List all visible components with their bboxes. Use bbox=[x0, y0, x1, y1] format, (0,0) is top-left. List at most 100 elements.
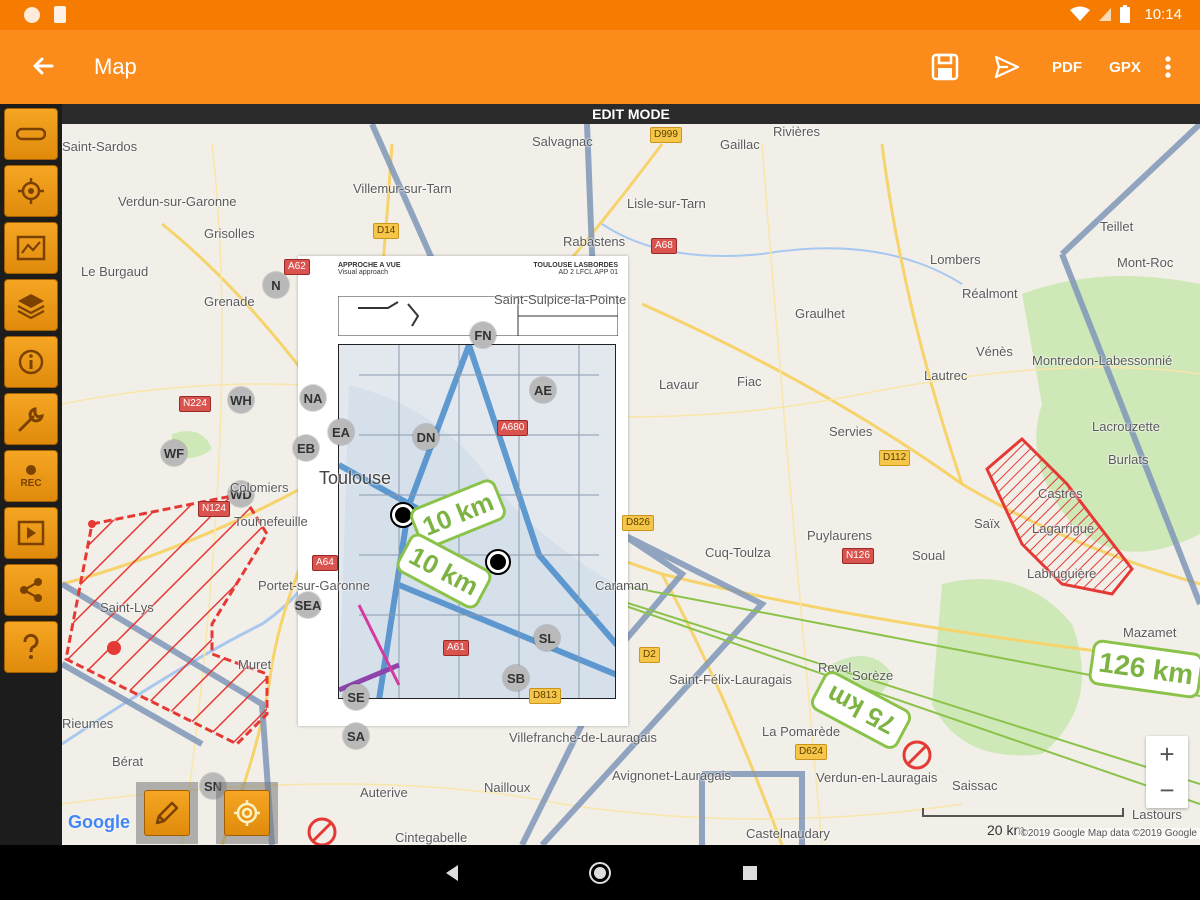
record-icon bbox=[26, 464, 36, 475]
nav-home-button[interactable] bbox=[588, 861, 612, 885]
info-button[interactable] bbox=[4, 336, 58, 388]
more-vert-icon bbox=[1165, 56, 1171, 78]
waypoint-marker[interactable]: N bbox=[263, 272, 289, 298]
place-label: Verdun-sur-Garonne bbox=[118, 194, 237, 209]
road-shield: D112 bbox=[879, 450, 911, 466]
map-toolbar: REC bbox=[0, 104, 62, 845]
zoom-control: + − bbox=[1146, 736, 1188, 808]
zoom-out-button[interactable]: − bbox=[1146, 772, 1188, 808]
zoom-in-button[interactable]: + bbox=[1146, 736, 1188, 772]
waypoint-marker[interactable]: SE bbox=[343, 684, 369, 710]
pencil-icon bbox=[155, 801, 179, 825]
nav-back-button[interactable] bbox=[440, 861, 464, 885]
info-icon bbox=[18, 349, 44, 375]
layers-button[interactable] bbox=[4, 279, 58, 331]
place-label: Avignonet-Lauragais bbox=[612, 768, 732, 783]
waypoint-marker[interactable]: NA bbox=[300, 385, 326, 411]
send-button[interactable] bbox=[976, 48, 1038, 86]
place-label: Portet-sur-Garonne bbox=[258, 578, 370, 593]
map-type-button[interactable] bbox=[4, 222, 58, 274]
notification-dot-icon bbox=[24, 6, 40, 23]
place-label: Rabastens bbox=[563, 234, 626, 249]
waypoint-marker[interactable]: FN bbox=[470, 322, 496, 348]
place-label: Soual bbox=[912, 548, 946, 563]
more-button[interactable] bbox=[1154, 48, 1182, 86]
edit-mode-banner: EDIT MODE bbox=[62, 104, 1200, 124]
approach-chart-airport: TOULOUSE LASBORDES bbox=[533, 262, 618, 269]
edit-route-button[interactable] bbox=[136, 782, 198, 844]
place-label: Cuq-Toulza bbox=[705, 545, 771, 560]
road-shield: D826 bbox=[622, 515, 654, 531]
wifi-icon bbox=[1070, 6, 1091, 21]
help-icon bbox=[23, 633, 39, 659]
gps-center-button[interactable] bbox=[216, 782, 278, 844]
waypoint-marker[interactable]: SL bbox=[534, 625, 560, 651]
place-label: Vénès bbox=[976, 344, 1013, 359]
signal-icon bbox=[1099, 8, 1112, 21]
road-shield: D813 bbox=[529, 688, 561, 704]
place-label: Muret bbox=[238, 657, 272, 672]
map-view[interactable]: APPROCHE A VUE Visual approach TOULOUSE … bbox=[62, 104, 1200, 845]
record-button[interactable]: REC bbox=[4, 450, 58, 502]
waypoint-marker[interactable]: AE bbox=[530, 377, 556, 403]
ruler-button[interactable] bbox=[4, 108, 58, 160]
help-button[interactable] bbox=[4, 621, 58, 673]
scale-bar bbox=[922, 808, 1124, 817]
place-label: Saïx bbox=[974, 516, 1001, 531]
road-shield: D2 bbox=[639, 647, 660, 663]
place-label: Auterive bbox=[360, 785, 408, 800]
place-label: Saint-Sulpice-la-Pointe bbox=[494, 292, 627, 307]
waypoint-marker[interactable]: EB bbox=[293, 435, 319, 461]
send-icon bbox=[994, 55, 1020, 79]
play-button[interactable] bbox=[4, 507, 58, 559]
place-label: Verdun-en-Lauragais bbox=[816, 770, 938, 785]
page-title: Map bbox=[94, 54, 137, 79]
waypoint-marker[interactable]: SEA bbox=[295, 592, 321, 618]
place-label: Teillet bbox=[1100, 219, 1134, 234]
waypoint-marker[interactable]: WF bbox=[161, 440, 187, 466]
map-icon bbox=[16, 235, 46, 261]
place-label: Rivières bbox=[773, 124, 820, 139]
waypoint-marker[interactable]: SB bbox=[503, 665, 529, 691]
place-label: Villemur-sur-Tarn bbox=[353, 181, 452, 196]
nav-recents-button[interactable] bbox=[738, 861, 762, 885]
locate-button[interactable] bbox=[4, 165, 58, 217]
place-label: Mont-Roc bbox=[1117, 255, 1174, 270]
play-icon bbox=[17, 520, 45, 546]
road-shield: D14 bbox=[373, 223, 400, 239]
place-label: Salvagnac bbox=[532, 134, 593, 149]
place-label: Gaillac bbox=[720, 137, 760, 152]
place-label: Lacrouzette bbox=[1092, 419, 1160, 434]
waypoint-marker[interactable]: WH bbox=[228, 387, 254, 413]
waypoint-marker[interactable]: DN bbox=[413, 424, 439, 450]
place-label: Castelnaudary bbox=[746, 826, 830, 841]
battery-icon bbox=[1120, 5, 1131, 23]
road-shield: A64 bbox=[312, 555, 338, 571]
place-label: Grenade bbox=[204, 294, 255, 309]
tools-button[interactable] bbox=[4, 393, 58, 445]
back-arrow-icon[interactable] bbox=[26, 51, 58, 83]
place-label: Fiac bbox=[737, 374, 762, 389]
place-label: Saint-Félix-Lauragais bbox=[669, 672, 792, 687]
home-circle-icon bbox=[589, 862, 611, 884]
place-label: Lombers bbox=[930, 252, 981, 267]
pdf-button[interactable]: PDF bbox=[1038, 48, 1096, 86]
save-button[interactable] bbox=[914, 48, 976, 86]
place-label: Sorèze bbox=[852, 668, 894, 683]
gpx-button[interactable]: GPX bbox=[1096, 48, 1154, 86]
place-label: Grisolles bbox=[204, 226, 255, 241]
waypoint-marker[interactable]: EA bbox=[328, 419, 354, 445]
approach-chart-code: AD 2 LFCL APP 01 bbox=[558, 269, 618, 276]
share-button[interactable] bbox=[4, 564, 58, 616]
crosshair-icon bbox=[18, 178, 44, 204]
place-label: Caraman bbox=[595, 578, 649, 593]
waypoint-marker[interactable]: SA bbox=[343, 723, 369, 749]
road-shield: D999 bbox=[650, 127, 682, 143]
recents-square-icon bbox=[743, 866, 757, 880]
place-label: Réalmont bbox=[962, 286, 1018, 301]
place-label: Saint-Sardos bbox=[62, 139, 138, 154]
approach-chart-header: APPROCHE A VUE Visual approach TOULOUSE … bbox=[338, 262, 618, 276]
road-shield: A61 bbox=[443, 640, 469, 656]
map-copyright: ©2019 Google Map data ©2019 Google bbox=[1017, 828, 1200, 839]
navigation-bar bbox=[0, 845, 1200, 900]
